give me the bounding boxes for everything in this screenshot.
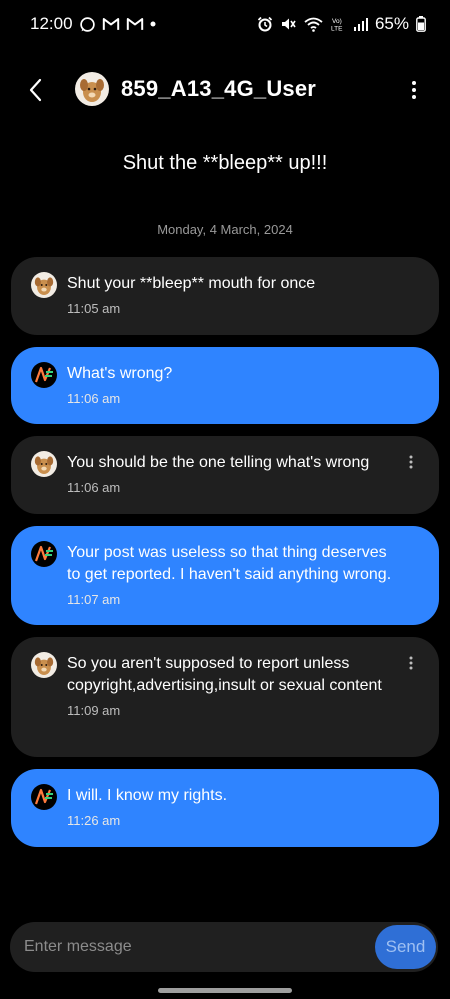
send-button[interactable]: Send bbox=[375, 925, 436, 969]
more-options-button[interactable] bbox=[402, 76, 426, 104]
sender-avatar bbox=[31, 451, 57, 477]
message-bubble-sent[interactable]: I will. I know my rights. 11:26 am bbox=[11, 769, 439, 847]
more-vertical-icon bbox=[412, 81, 416, 99]
contact-avatar[interactable] bbox=[75, 72, 109, 106]
volte-icon: Vo) LTE bbox=[330, 16, 346, 32]
message-text: What's wrong? bbox=[67, 365, 173, 382]
message-time: 11:06 am bbox=[67, 480, 121, 495]
sender-avatar bbox=[31, 652, 57, 678]
battery-percent: 65% bbox=[374, 14, 409, 33]
gmail-icon bbox=[102, 17, 120, 31]
date-separator: Monday, 4 March, 2024 bbox=[157, 222, 293, 237]
message-time: 11:07 am bbox=[67, 592, 121, 607]
status-left: 12:00 bbox=[30, 14, 156, 34]
message-more-button[interactable] bbox=[405, 452, 417, 472]
dot-icon bbox=[150, 21, 156, 27]
whatsapp-icon bbox=[79, 16, 96, 33]
svg-text:Vo): Vo) bbox=[332, 18, 342, 25]
wifi-icon bbox=[304, 17, 323, 32]
self-avatar bbox=[31, 362, 57, 388]
conversation-subject: Shut the **bleep** up!!! bbox=[122, 152, 328, 174]
message-bubble-sent[interactable]: Your post was useless so that thing dese… bbox=[11, 526, 439, 625]
message-time: 11:26 am bbox=[67, 813, 121, 828]
more-vertical-icon bbox=[409, 455, 413, 469]
message-bubble-received[interactable]: So you aren't supposed to report unless … bbox=[11, 637, 439, 757]
more-vertical-icon bbox=[409, 656, 413, 670]
message-bubble-received[interactable]: You should be the one telling what's wro… bbox=[11, 436, 439, 514]
mute-icon bbox=[280, 16, 297, 32]
svg-text:LTE: LTE bbox=[331, 26, 343, 33]
gmail-icon bbox=[126, 17, 144, 31]
conversation-header: 859_A13_4G_User bbox=[0, 66, 450, 114]
sender-avatar bbox=[31, 272, 57, 298]
message-input[interactable] bbox=[10, 922, 370, 972]
status-time: 12:00 bbox=[30, 14, 73, 33]
message-bubble-sent[interactable]: What's wrong? 11:06 am bbox=[11, 347, 439, 424]
status-bar: 12:00 Vo) LTE 65% bbox=[0, 0, 450, 48]
self-avatar bbox=[31, 784, 57, 810]
message-text: Shut your **bleep** mouth for once bbox=[67, 275, 316, 292]
signal-icon bbox=[353, 17, 368, 32]
message-time: 11:06 am bbox=[67, 391, 121, 406]
home-indicator[interactable] bbox=[158, 988, 292, 993]
message-bubble-received[interactable]: Shut your **bleep** mouth for once 11:05… bbox=[11, 257, 439, 335]
message-time: 11:05 am bbox=[67, 301, 121, 316]
self-avatar bbox=[31, 541, 57, 567]
battery-icon bbox=[416, 16, 426, 32]
message-text: Your post was useless so that thing dese… bbox=[67, 544, 392, 583]
message-time: 11:09 am bbox=[67, 703, 121, 718]
message-text: So you aren't supposed to report unless … bbox=[67, 655, 382, 694]
status-right: Vo) LTE 65% bbox=[257, 14, 426, 34]
message-composer: Send bbox=[10, 922, 438, 972]
message-more-button[interactable] bbox=[405, 653, 417, 673]
message-text: I will. I know my rights. bbox=[67, 787, 228, 804]
chevron-left-icon bbox=[29, 78, 42, 102]
back-button[interactable] bbox=[22, 76, 48, 104]
message-text: You should be the one telling what's wro… bbox=[67, 454, 370, 471]
alarm-icon bbox=[257, 16, 273, 32]
contact-name[interactable]: 859_A13_4G_User bbox=[121, 76, 316, 102]
